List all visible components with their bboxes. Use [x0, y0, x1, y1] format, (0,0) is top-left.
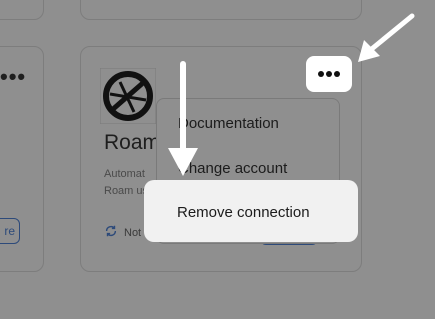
more-horizontal-icon [318, 71, 340, 77]
left-card-button[interactable]: re [0, 218, 20, 244]
arrow-diagonal-icon [358, 13, 415, 62]
card-title: Roam [104, 131, 161, 154]
more-icon-left[interactable]: ••• [0, 64, 26, 90]
card-description-line2: Roam us [104, 185, 149, 197]
card-top [80, 0, 362, 20]
menu-item-remove-connection[interactable]: Remove connection [177, 198, 310, 228]
roam-logo-icon [99, 67, 157, 125]
arrow-down-icon [168, 61, 198, 176]
sync-status: Not s [104, 224, 150, 241]
card-description-line1: Automat [104, 168, 145, 180]
more-options-button[interactable] [306, 56, 352, 92]
card-top-left [0, 0, 44, 20]
sync-icon [104, 224, 118, 241]
